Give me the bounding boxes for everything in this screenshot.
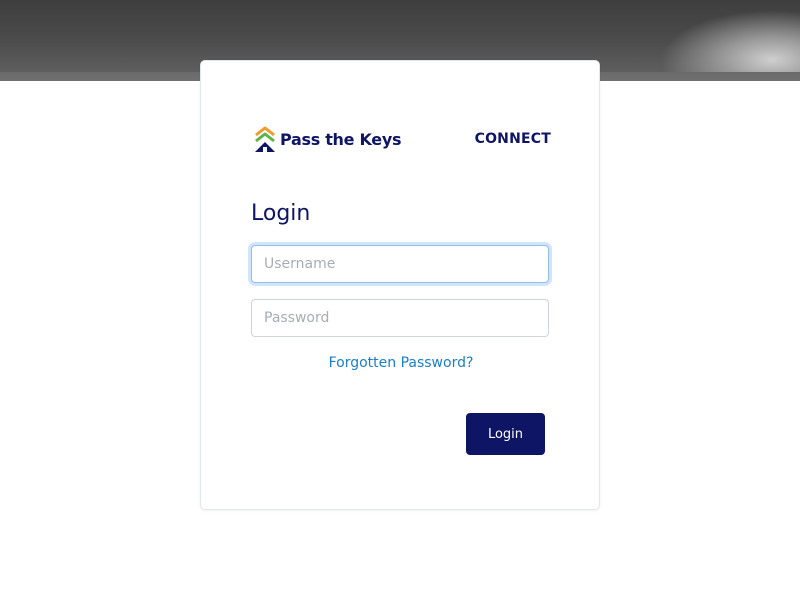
brand-row: Pass the Keys CONNECT [254, 124, 551, 154]
brand-logo-text: Pass the Keys [280, 129, 402, 149]
password-input[interactable] [251, 299, 549, 337]
header-background-highlight [660, 10, 800, 81]
page-title: Login [251, 201, 311, 226]
login-card: Pass the Keys CONNECT Login Forgotten Pa… [200, 60, 600, 510]
forgot-password-link[interactable]: Forgotten Password? [201, 355, 601, 371]
house-keys-logo-icon [255, 126, 275, 152]
brand-logo[interactable]: Pass the Keys [254, 125, 402, 153]
username-input[interactable] [251, 245, 549, 283]
login-button[interactable]: Login [466, 413, 545, 455]
product-label: CONNECT [474, 131, 551, 147]
